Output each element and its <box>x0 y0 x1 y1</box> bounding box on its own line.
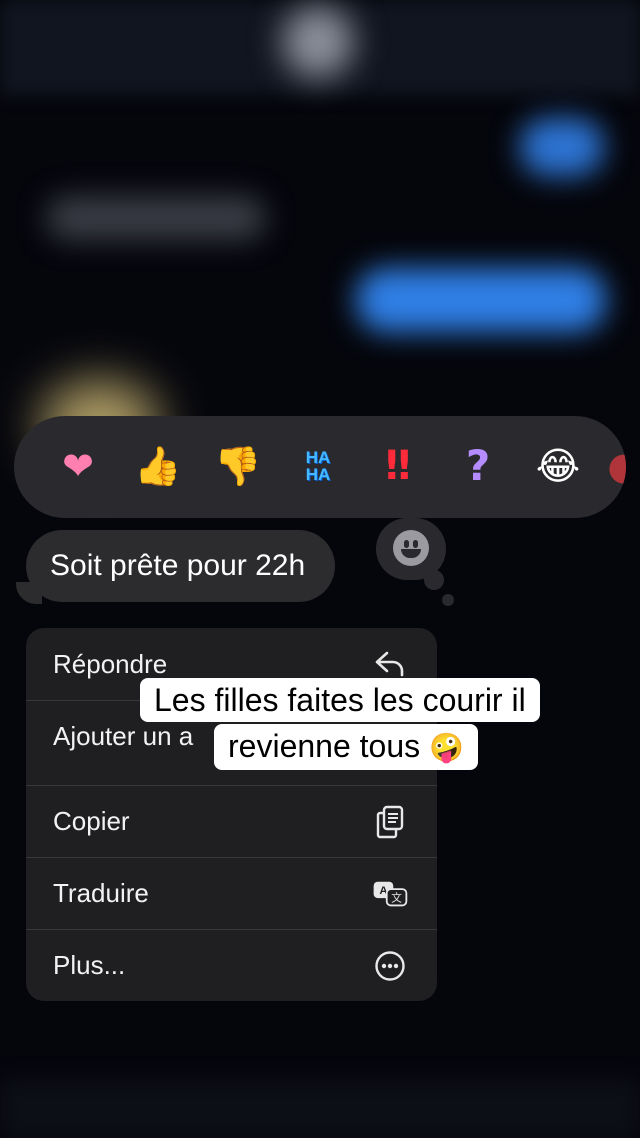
menu-item-label: Plus... <box>53 950 126 980</box>
smiley-add-icon[interactable] <box>393 530 429 566</box>
caption-line-2: revienne tous 🤪 <box>214 724 478 770</box>
caption-line-1: Les filles faites les courir il <box>140 678 540 722</box>
reaction-bar: ❤ 👍 👎 HA HA ‼ ? 😂 ● <box>14 416 626 518</box>
balloon-icon: ● <box>607 444 626 488</box>
thumbs-up-icon: 👍 <box>134 444 182 488</box>
message-text: Soit prête pour 22h <box>50 549 306 582</box>
menu-item-translate[interactable]: Traduire A文 <box>26 857 437 929</box>
thumbs-down-icon: 👎 <box>214 444 262 488</box>
bubble-tail-dot <box>442 594 454 606</box>
reply-icon <box>372 646 408 682</box>
blurred-avatar <box>282 6 354 78</box>
menu-item-label: Répondre <box>53 648 168 679</box>
double-exclamation-icon: ‼ <box>385 443 411 489</box>
more-icon <box>372 948 408 984</box>
question-mark-icon: ? <box>465 441 491 490</box>
menu-item-label: Ajouter un a <box>53 721 194 751</box>
question-reaction-button[interactable]: ? <box>448 436 508 496</box>
svg-text:文: 文 <box>391 891 402 904</box>
laughing-reaction-button[interactable]: 😂 <box>528 436 588 496</box>
thumbs-up-reaction-button[interactable]: 👍 <box>128 436 188 496</box>
heart-icon: ❤ <box>62 444 94 488</box>
haha-reaction-button[interactable]: HA HA <box>288 436 348 496</box>
menu-item-label: Traduire <box>53 878 149 908</box>
menu-item-label: Copier <box>53 806 130 836</box>
exclamation-reaction-button[interactable]: ‼ <box>368 436 428 496</box>
heart-reaction-button[interactable]: ❤ <box>48 436 108 496</box>
menu-item-more[interactable]: Plus... <box>26 929 437 1001</box>
partial-reaction-button[interactable]: ● <box>594 436 626 496</box>
haha-icon: HA HA <box>305 448 331 484</box>
laughing-face-icon: 😂 <box>535 444 581 488</box>
menu-item-copy[interactable]: Copier <box>26 785 437 857</box>
message-bubble[interactable]: Soit prête pour 22h <box>26 530 336 602</box>
zany-face-icon: 🤪 <box>429 731 464 764</box>
blurred-input-bar <box>0 1080 640 1138</box>
copy-icon <box>372 804 408 840</box>
blurred-sent-bubble <box>520 118 604 176</box>
thumbs-down-reaction-button[interactable]: 👎 <box>208 436 268 496</box>
translate-icon: A文 <box>372 876 408 912</box>
blurred-received-bubble <box>46 196 266 240</box>
blurred-sent-bubble <box>356 268 606 332</box>
bubble-tail-dot <box>424 570 444 590</box>
